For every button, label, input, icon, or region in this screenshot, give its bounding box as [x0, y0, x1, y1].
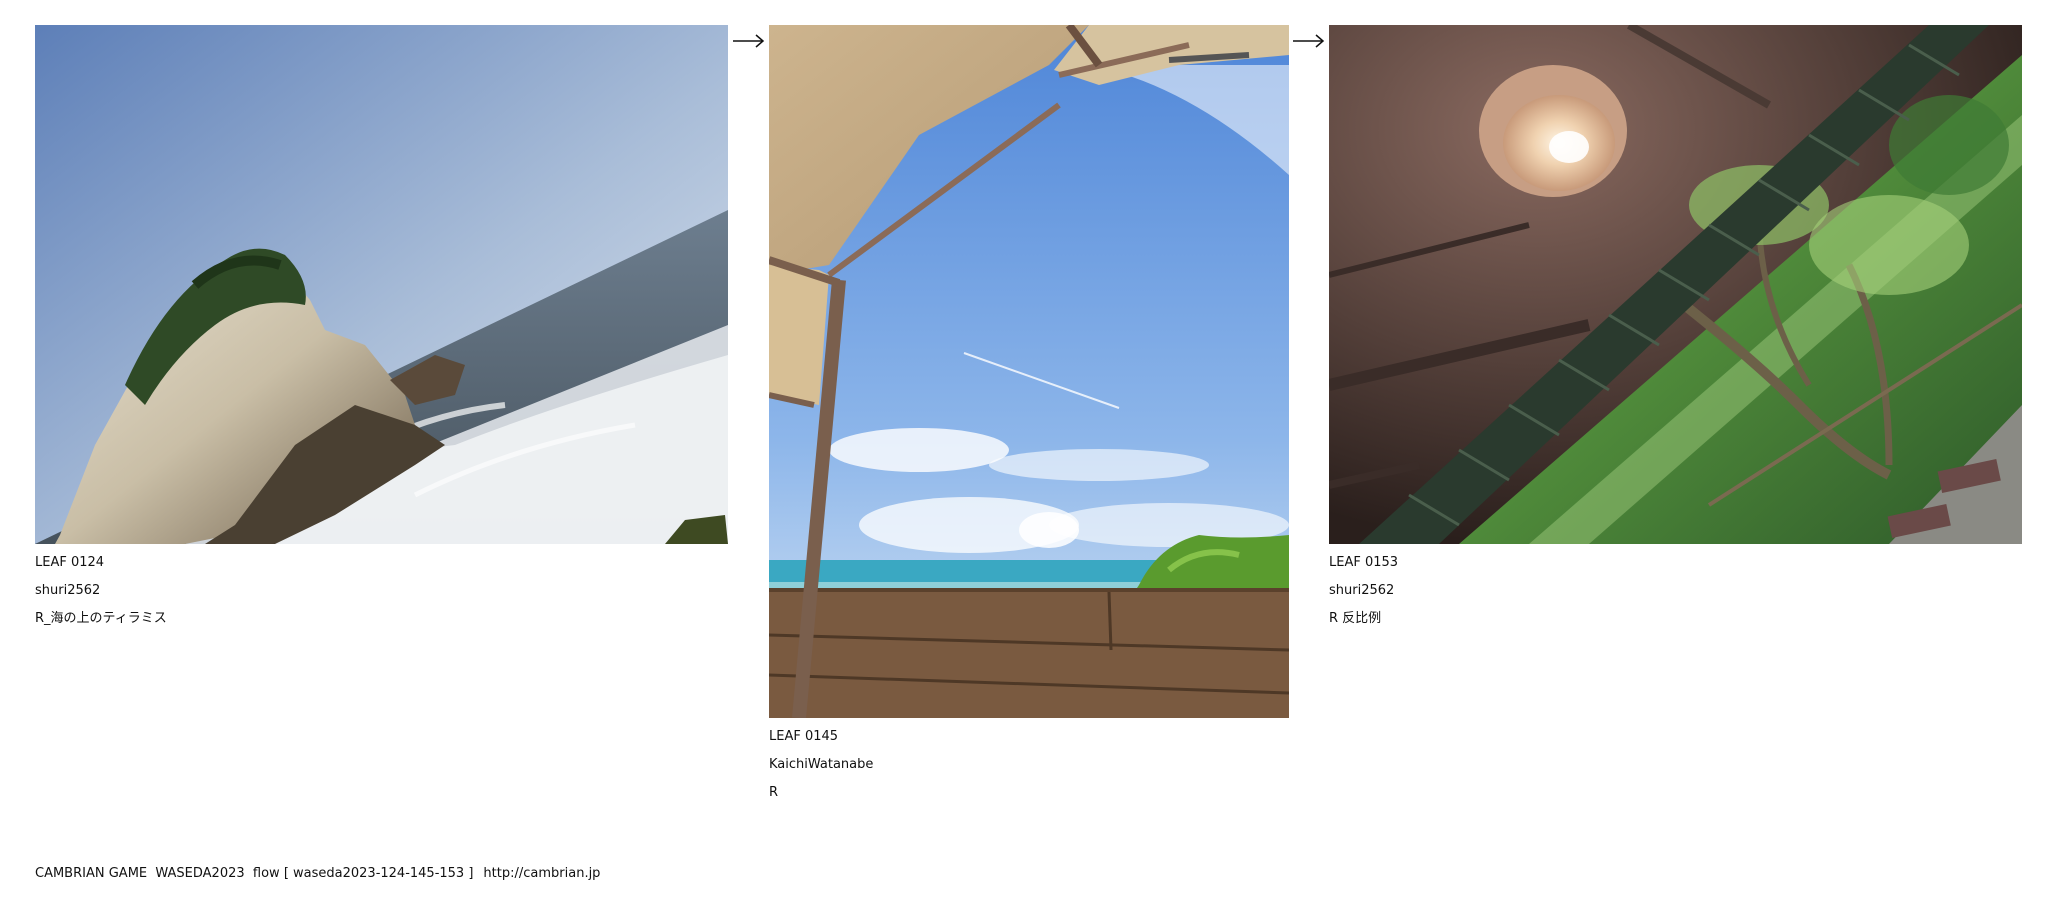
right-arrow-icon: [1293, 34, 1325, 48]
flow-info: CAMBRIAN GAME WASEDA2023 flow [ waseda20…: [35, 866, 474, 881]
leaf-number: LEAF 0124: [35, 555, 105, 570]
leaf-card-0145: LEAF 0145 KaichiWatanabe R: [769, 25, 1289, 815]
leaf-title: R: [769, 785, 779, 800]
leaf-author[interactable]: KaichiWatanabe: [769, 757, 873, 773]
leaf-title: R 反比例: [1329, 611, 1382, 626]
leaf-author[interactable]: shuri2562: [35, 583, 100, 599]
leaf-author[interactable]: shuri2562: [1329, 583, 1394, 599]
footer: CAMBRIAN GAME WASEDA2023 flow [ waseda20…: [35, 866, 600, 882]
leaf-card-0124: LEAF 0124 shuri2562 R_海の上のティラミス: [35, 25, 728, 635]
leaf-card-0153: LEAF 0153 shuri2562 R 反比例: [1329, 25, 2022, 635]
right-arrow-icon: [733, 34, 765, 48]
rock-and-sea-photo[interactable]: [35, 25, 728, 544]
lamp-and-forest-photo[interactable]: [1329, 25, 2022, 544]
leaf-title: R_海の上のティラミス: [35, 611, 167, 626]
site-link[interactable]: http://cambrian.jp: [483, 866, 600, 881]
sky-from-under-awning-photo[interactable]: [769, 25, 1289, 718]
leaf-number: LEAF 0145: [769, 729, 839, 744]
leaf-number: LEAF 0153: [1329, 555, 1399, 570]
